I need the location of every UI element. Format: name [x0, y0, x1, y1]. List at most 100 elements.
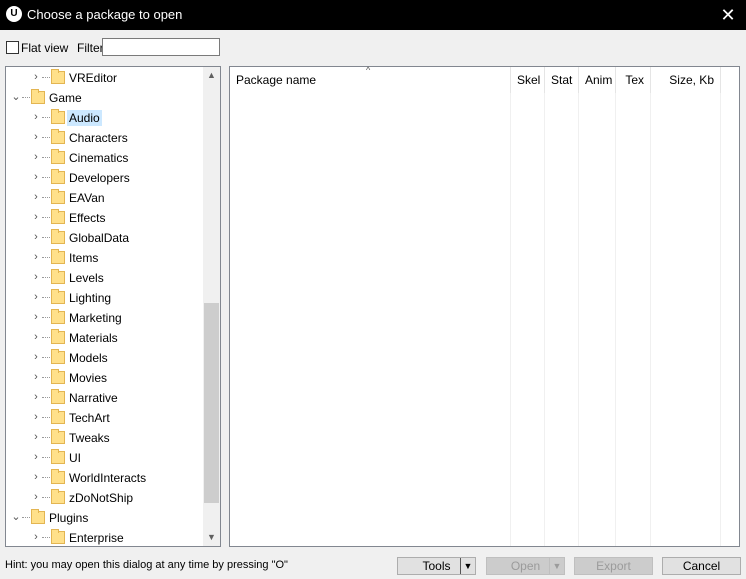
scroll-thumb[interactable] — [204, 303, 219, 503]
expand-chevron-icon[interactable]: › — [31, 250, 41, 264]
tree-item-techart[interactable]: › TechArt — [6, 408, 203, 428]
tree-item-label[interactable]: WorldInteracts — [67, 470, 148, 486]
folder-tree[interactable]: › VREditor ⌄ Game › Audio › Characters › Cinemati… — [5, 66, 221, 547]
tree-item-effects[interactable]: › Effects — [6, 208, 203, 228]
folder-icon — [51, 329, 65, 344]
cancel-button[interactable]: Cancel — [662, 557, 741, 575]
tree-item-label[interactable]: zDoNotShip — [67, 490, 135, 506]
expand-chevron-icon[interactable]: › — [31, 530, 41, 544]
tree-item-label[interactable]: Cinematics — [67, 150, 130, 166]
collapse-chevron-icon[interactable]: ⌄ — [11, 510, 21, 524]
close-button[interactable]: ✕ — [710, 0, 746, 30]
expand-chevron-icon[interactable]: › — [31, 150, 41, 164]
flat-view-label[interactable]: Flat view — [21, 41, 68, 55]
tools-button[interactable]: Tools ▼ — [397, 557, 476, 575]
open-button[interactable]: Open ▼ — [486, 557, 565, 575]
tree-item-label[interactable]: Effects — [67, 210, 107, 226]
tree-item-materials[interactable]: › Materials — [6, 328, 203, 348]
scroll-down-arrow-icon[interactable]: ▼ — [203, 529, 220, 546]
export-button[interactable]: Export — [574, 557, 653, 575]
column-tex[interactable]: Tex — [616, 67, 651, 93]
tree-item-eavan[interactable]: › EAVan — [6, 188, 203, 208]
filter-input[interactable] — [102, 38, 220, 56]
expand-chevron-icon[interactable]: › — [31, 310, 41, 324]
tree-item-label[interactable]: Items — [67, 250, 100, 266]
expand-chevron-icon[interactable]: › — [31, 130, 41, 144]
tree-item-label[interactable]: Tweaks — [67, 430, 112, 446]
tree-item-label[interactable]: Audio — [67, 110, 102, 126]
expand-chevron-icon[interactable]: › — [31, 190, 41, 204]
expand-chevron-icon[interactable]: › — [31, 470, 41, 484]
tree-item-characters[interactable]: › Characters — [6, 128, 203, 148]
column-stat[interactable]: Stat — [545, 67, 579, 93]
tree-item-label[interactable]: Models — [67, 350, 110, 366]
tree-item-game[interactable]: ⌄ Game — [6, 88, 203, 108]
tree-item-label[interactable]: Game — [47, 90, 84, 106]
column-anim[interactable]: Anim — [579, 67, 616, 93]
expand-chevron-icon[interactable]: › — [31, 270, 41, 284]
tree-item-levels[interactable]: › Levels — [6, 268, 203, 288]
tree-item-label[interactable]: Characters — [67, 130, 130, 146]
tree-item-label[interactable]: Developers — [67, 170, 132, 186]
tree-item-label[interactable]: UI — [67, 450, 83, 466]
scroll-up-arrow-icon[interactable]: ▲ — [203, 67, 220, 84]
expand-chevron-icon[interactable]: › — [31, 410, 41, 424]
tree-item-movies[interactable]: › Movies — [6, 368, 203, 388]
expand-chevron-icon[interactable]: › — [31, 450, 41, 464]
expand-chevron-icon[interactable]: › — [31, 110, 41, 124]
tree-item-lighting[interactable]: › Lighting — [6, 288, 203, 308]
folder-icon — [51, 289, 65, 304]
collapse-chevron-icon[interactable]: ⌄ — [11, 90, 21, 104]
tree-item-cinematics[interactable]: › Cinematics — [6, 148, 203, 168]
expand-chevron-icon[interactable]: › — [31, 430, 41, 444]
tree-item-tweaks[interactable]: › Tweaks — [6, 428, 203, 448]
tree-item-label[interactable]: EAVan — [67, 190, 107, 206]
tree-scrollbar[interactable]: ▲ ▼ — [203, 67, 220, 546]
expand-chevron-icon[interactable]: › — [31, 210, 41, 224]
expand-chevron-icon[interactable]: › — [31, 230, 41, 244]
tree-item-globaldata[interactable]: › GlobalData — [6, 228, 203, 248]
package-list-header: Package name ^ Skel Stat Anim Tex Size, … — [230, 65, 739, 93]
tree-item-ui[interactable]: › UI — [6, 448, 203, 468]
column-skel[interactable]: Skel — [511, 67, 545, 93]
tree-item-audio[interactable]: › Audio — [6, 108, 203, 128]
tree-item-label[interactable]: Lighting — [67, 290, 113, 306]
expand-chevron-icon[interactable]: › — [31, 370, 41, 384]
tree-item-zdonotship[interactable]: › zDoNotShip — [6, 488, 203, 508]
tree-item-label[interactable]: Levels — [67, 270, 106, 286]
tree-connector — [42, 537, 50, 538]
tree-item-label[interactable]: GlobalData — [67, 230, 131, 246]
column-package-name[interactable]: Package name — [230, 67, 511, 93]
tree-item-label[interactable]: Narrative — [67, 390, 120, 406]
package-list[interactable]: Package name ^ Skel Stat Anim Tex Size, … — [229, 65, 740, 547]
tree-item-label[interactable]: Plugins — [47, 510, 90, 526]
expand-chevron-icon[interactable]: › — [31, 170, 41, 184]
expand-chevron-icon[interactable]: › — [31, 350, 41, 364]
tree-item-developers[interactable]: › Developers — [6, 168, 203, 188]
tree-item-label[interactable]: Marketing — [67, 310, 124, 326]
expand-chevron-icon[interactable]: › — [31, 290, 41, 304]
expand-chevron-icon[interactable]: › — [31, 70, 41, 84]
tree-item-narrative[interactable]: › Narrative — [6, 388, 203, 408]
tree-item-vreditor[interactable]: › VREditor — [6, 68, 203, 88]
tree-item-label[interactable]: VREditor — [67, 70, 119, 86]
chevron-down-icon[interactable]: ▼ — [549, 558, 564, 574]
tree-item-label[interactable]: Materials — [67, 330, 120, 346]
tree-item-plugins[interactable]: ⌄ Plugins — [6, 508, 203, 528]
tree-item-label[interactable]: Movies — [67, 370, 109, 386]
column-size[interactable]: Size, Kb — [651, 67, 721, 93]
expand-chevron-icon[interactable]: › — [31, 330, 41, 344]
chevron-down-icon[interactable]: ▼ — [460, 558, 475, 574]
tree-item-label[interactable]: TechArt — [67, 410, 112, 426]
tree-item-enterprise[interactable]: › Enterprise — [6, 528, 203, 546]
flat-view-checkbox[interactable] — [6, 41, 19, 54]
tree-item-items[interactable]: › Items — [6, 248, 203, 268]
column-divider — [578, 93, 579, 546]
tree-item-worldinteracts[interactable]: › WorldInteracts — [6, 468, 203, 488]
expand-chevron-icon[interactable]: › — [31, 390, 41, 404]
tree-item-models[interactable]: › Models — [6, 348, 203, 368]
tree-connector — [42, 157, 50, 158]
tree-item-marketing[interactable]: › Marketing — [6, 308, 203, 328]
tree-item-label[interactable]: Enterprise — [67, 530, 126, 546]
expand-chevron-icon[interactable]: › — [31, 490, 41, 504]
